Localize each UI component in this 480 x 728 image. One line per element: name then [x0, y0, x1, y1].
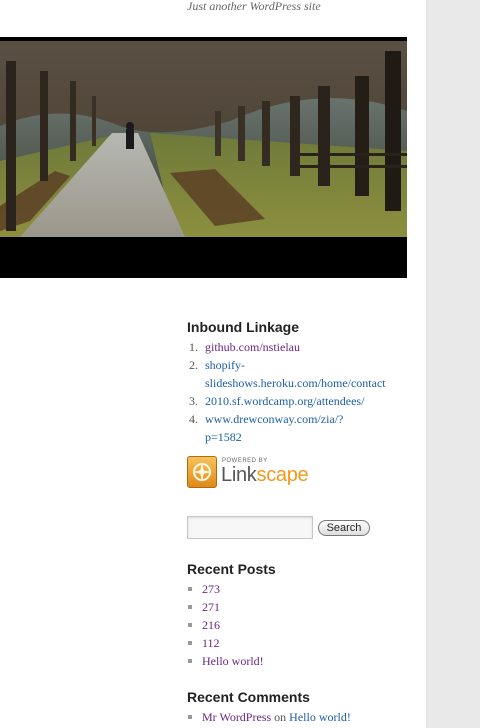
- inbound-linkage-title: Inbound Linkage: [187, 319, 299, 335]
- search-button[interactable]: Search: [318, 520, 370, 536]
- page-gutter: [426, 0, 480, 728]
- park-path-photo-icon: [0, 41, 407, 237]
- header-image: [0, 41, 407, 237]
- search-form: Search: [187, 516, 417, 540]
- list-item: Hello world!: [187, 652, 417, 670]
- recent-comments-list: Mr WordPress on Hello world!: [187, 708, 417, 726]
- post-link[interactable]: 271: [202, 600, 220, 614]
- recent-posts-title: Recent Posts: [187, 561, 276, 577]
- inbound-link[interactable]: 2010.sf.wordcamp.org/attendees/: [205, 394, 364, 408]
- list-item: 112: [187, 634, 417, 652]
- comment-on-text: on: [274, 710, 287, 724]
- header-banner: [0, 37, 407, 278]
- linkscape-badge[interactable]: POWERED BY Linkscape: [187, 456, 315, 490]
- list-number: 2.: [189, 358, 198, 372]
- list-item: 2. shopify- slideshows.heroku.com/home/c…: [187, 356, 417, 392]
- list-number: 3.: [189, 394, 198, 408]
- inbound-link[interactable]: shopify- slideshows.heroku.com/home/cont…: [205, 358, 386, 390]
- post-link[interactable]: Hello world!: [202, 654, 264, 668]
- comment-author-link[interactable]: Mr WordPress: [202, 710, 271, 724]
- list-item: 216: [187, 616, 417, 634]
- compass-icon: [187, 456, 217, 488]
- sidebar: Inbound Linkage 1. github.com/nstielau 2…: [187, 318, 417, 726]
- list-number: 1.: [189, 340, 198, 354]
- search-input[interactable]: [187, 516, 313, 539]
- site-tagline: Just another WordPress site: [187, 0, 321, 13]
- post-link[interactable]: 216: [202, 618, 220, 632]
- list-item: 271: [187, 598, 417, 616]
- list-number: 4.: [189, 412, 198, 426]
- inbound-link[interactable]: github.com/nstielau: [205, 340, 300, 354]
- post-link[interactable]: 112: [202, 636, 220, 650]
- inbound-link[interactable]: www.drewconway.com/zia/? p=1582: [205, 412, 343, 444]
- list-item: 273: [187, 580, 417, 598]
- comment-post-link[interactable]: Hello world!: [289, 710, 351, 724]
- post-link[interactable]: 273: [202, 582, 220, 596]
- inbound-linkage-list: 1. github.com/nstielau 2. shopify- slide…: [187, 338, 417, 446]
- recent-comments-title: Recent Comments: [187, 689, 310, 705]
- list-item: Mr WordPress on Hello world!: [187, 708, 417, 726]
- list-item: 1. github.com/nstielau: [187, 338, 417, 356]
- list-item: 4. www.drewconway.com/zia/? p=1582: [187, 410, 417, 446]
- recent-posts-list: 273 271 216 112 Hello world!: [187, 580, 417, 670]
- linkscape-logo-text: Linkscape: [221, 464, 309, 486]
- list-item: 3. 2010.sf.wordcamp.org/attendees/: [187, 392, 417, 410]
